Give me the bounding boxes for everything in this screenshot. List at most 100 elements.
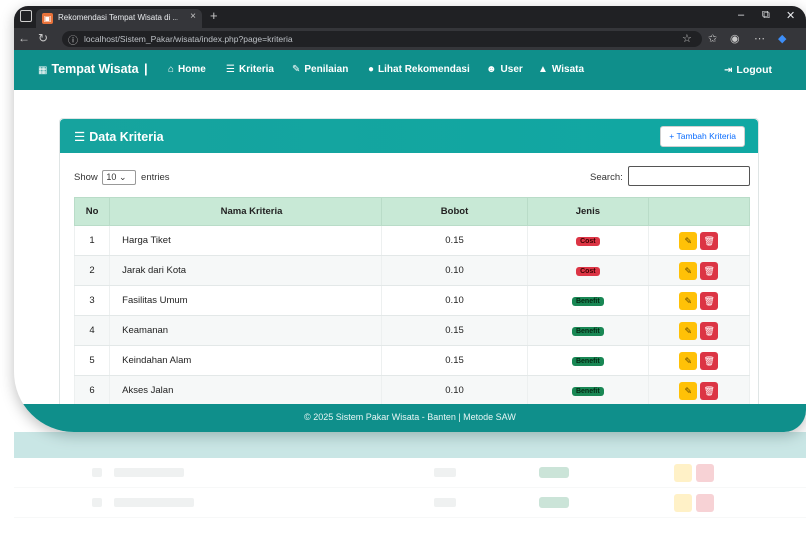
cell-no: 1	[73, 225, 111, 256]
delete-button[interactable]: 🗑	[700, 351, 719, 370]
table-row: 5 Keindahan Alam 0.15 Benefit ✎ 🗑	[73, 345, 751, 376]
column-header-bobot[interactable]: Bobot	[380, 197, 529, 226]
favorites-icon[interactable]: ✩	[708, 32, 717, 45]
cell-bobot: 0.10	[380, 285, 529, 316]
cell-actions: ✎ 🗑	[647, 345, 751, 376]
restore-icon[interactable]: ⧉	[762, 9, 770, 22]
nav-user-label: User	[500, 64, 523, 75]
reload-icon[interactable]: ↻	[38, 31, 48, 45]
chevron-down-icon: ⌄	[118, 172, 127, 182]
users-icon: ☻	[486, 64, 497, 75]
cell-no: 3	[73, 285, 111, 316]
copilot-icon[interactable]: ◆	[778, 32, 786, 45]
delete-button[interactable]: 🗑	[700, 261, 719, 280]
nav-kriteria[interactable]: ☰ Kriteria	[226, 64, 274, 75]
column-header-no[interactable]: No	[73, 197, 111, 226]
edit-button[interactable]: ✎	[679, 381, 698, 400]
table-row: 6 Akses Jalan 0.10 Benefit ✎ 🗑	[73, 375, 751, 406]
edit-icon: ✎	[292, 64, 301, 75]
logout-label: Logout	[736, 64, 772, 76]
nav-lihat-rekomendasi[interactable]: ● Lihat Rekomendasi	[368, 64, 470, 75]
nav-penilaian[interactable]: ✎ Penilaian	[292, 64, 348, 75]
table-controls: Show 10 ⌄ entries Search:	[74, 166, 750, 188]
sliders-icon: ☰	[226, 64, 235, 75]
mountain-icon: ▲	[538, 64, 548, 75]
search-label: Search:	[590, 172, 623, 183]
table-header-row: No Nama Kriteria Bobot Jenis	[73, 197, 751, 226]
brand[interactable]: ▦ Tempat Wisata	[38, 62, 139, 76]
close-window-icon[interactable]: ✕	[786, 9, 795, 22]
brand-label: Tempat Wisata	[51, 62, 139, 76]
nav-wisata[interactable]: ▲ Wisata	[538, 64, 584, 75]
edit-button[interactable]: ✎	[679, 261, 698, 280]
edit-button[interactable]: ✎	[679, 291, 698, 310]
entries-select[interactable]: 10 ⌄	[102, 170, 137, 185]
card-title-text: Data Kriteria	[89, 130, 164, 144]
delete-button[interactable]: 🗑	[700, 231, 719, 250]
browser-tab[interactable]: ▣ Rekomendasi Tempat Wisata di ... ×	[36, 9, 202, 28]
nav-user[interactable]: ☻ User	[486, 64, 523, 75]
cell-nama: Harga Tiket	[109, 225, 382, 256]
entries-control: Show 10 ⌄ entries	[74, 170, 170, 185]
screen-reflection	[14, 432, 806, 539]
search-input[interactable]	[628, 166, 750, 186]
cell-no: 2	[73, 255, 111, 286]
nav-home[interactable]: ⌂ Home	[168, 64, 206, 75]
jenis-badge: Benefit	[571, 327, 604, 336]
logout-button[interactable]: ⇥ Logout	[724, 64, 772, 76]
delete-button[interactable]: 🗑	[700, 321, 719, 340]
edit-button[interactable]: ✎	[679, 231, 698, 250]
profile-icon[interactable]: ◉	[730, 32, 740, 45]
entries-label: entries	[141, 172, 170, 184]
back-icon[interactable]: ←	[18, 31, 30, 45]
cell-actions: ✎ 🗑	[647, 375, 751, 406]
cell-actions: ✎ 🗑	[647, 225, 751, 256]
bookmark-star-icon[interactable]: ☆	[682, 32, 692, 45]
url-input[interactable]: ⓘ localhost/Sistem_Pakar/wisata/index.ph…	[62, 31, 702, 47]
cell-jenis: Benefit	[527, 375, 649, 406]
cell-nama: Jarak dari Kota	[109, 255, 382, 286]
delete-button[interactable]: 🗑	[700, 291, 719, 310]
app-navbar: ▦ Tempat Wisata | ⌂ Home ☰ Kriteria ✎ Penila…	[14, 50, 806, 90]
cell-no: 6	[73, 375, 111, 406]
column-header-actions	[647, 197, 751, 226]
jenis-badge: Benefit	[571, 387, 604, 396]
new-tab-button[interactable]: +	[210, 8, 218, 23]
brand-separator: |	[144, 61, 148, 76]
cell-jenis: Benefit	[527, 285, 649, 316]
column-header-jenis[interactable]: Jenis	[527, 197, 649, 226]
nav-home-label: Home	[178, 64, 206, 75]
edit-button[interactable]: ✎	[679, 351, 698, 370]
column-header-nama[interactable]: Nama Kriteria	[109, 197, 382, 226]
cell-jenis: Benefit	[527, 315, 649, 346]
jenis-badge: Cost	[576, 267, 600, 276]
cell-nama: Keindahan Alam	[109, 345, 382, 376]
window-icon[interactable]	[20, 10, 32, 22]
reflection-row	[14, 488, 806, 518]
cell-nama: Fasilitas Umum	[109, 285, 382, 316]
lightbulb-icon: ●	[368, 64, 375, 75]
site-info-icon[interactable]: ⓘ	[68, 32, 78, 47]
delete-button[interactable]: 🗑	[700, 381, 719, 400]
cell-nama: Akses Jalan	[109, 375, 382, 406]
home-icon: ⌂	[168, 64, 175, 75]
cell-bobot: 0.10	[380, 255, 529, 286]
sliders-icon: ☰	[74, 130, 86, 144]
cell-bobot: 0.15	[380, 225, 529, 256]
reflection-footer	[14, 432, 806, 458]
card-header: ☰ Data Kriteria + Tambah Kriteria	[60, 119, 758, 153]
table-row: 4 Keamanan 0.15 Benefit ✎ 🗑	[73, 315, 751, 346]
tab-close-icon[interactable]: ×	[190, 11, 196, 22]
more-menu-icon[interactable]: ⋯	[754, 32, 765, 45]
tab-title: Rekomendasi Tempat Wisata di ...	[58, 13, 178, 22]
reflection-row	[14, 458, 806, 488]
edit-button[interactable]: ✎	[679, 321, 698, 340]
add-kriteria-button[interactable]: + Tambah Kriteria	[660, 126, 745, 147]
table-row: 1 Harga Tiket 0.15 Cost ✎ 🗑	[73, 225, 751, 256]
cell-no: 5	[73, 345, 111, 376]
jenis-badge: Benefit	[571, 357, 604, 366]
browser-tabstrip: ▣ Rekomendasi Tempat Wisata di ... × + –…	[14, 6, 806, 28]
minimize-icon[interactable]: –	[738, 9, 744, 21]
table-row: 2 Jarak dari Kota 0.10 Cost ✎ 🗑	[73, 255, 751, 286]
cell-bobot: 0.10	[380, 375, 529, 406]
